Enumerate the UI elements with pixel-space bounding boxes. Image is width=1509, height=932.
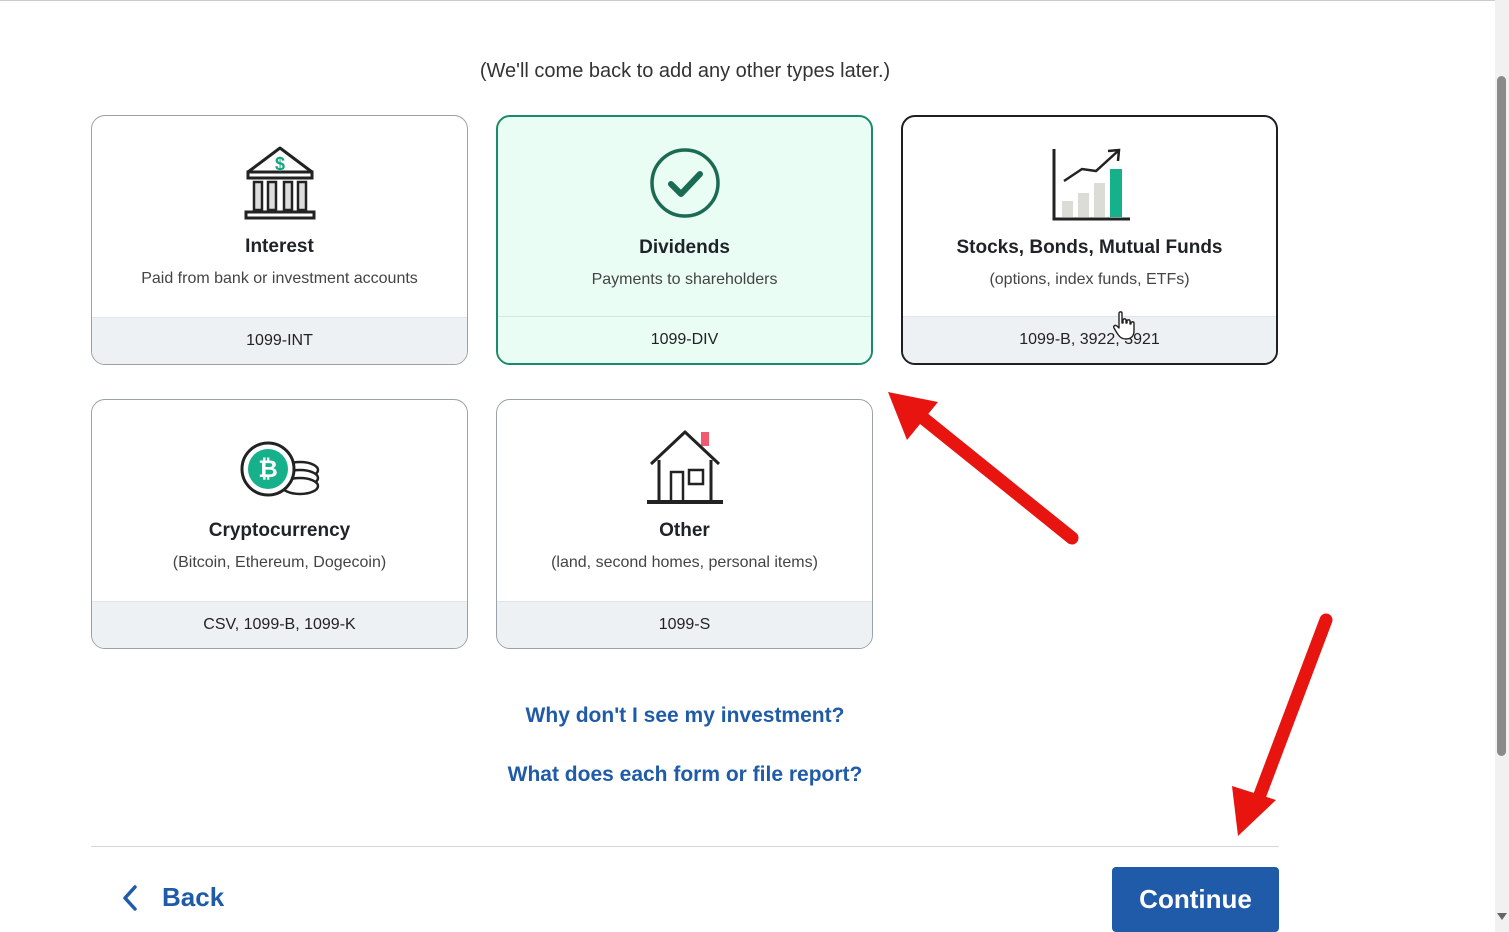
card-interest[interactable]: $ Interest Paid from bank or investment … [91, 115, 468, 365]
card-description: Paid from bank or investment accounts [141, 270, 418, 287]
card-dividends[interactable]: Dividends Payments to shareholders 1099-… [496, 115, 873, 365]
scrollbar[interactable] [1495, 0, 1509, 932]
card-title: Interest [245, 236, 314, 257]
back-label: Back [162, 882, 225, 912]
why-investment-link[interactable]: Why don't I see my investment? [0, 704, 1370, 728]
card-description: (options, index funds, ETFs) [989, 271, 1190, 288]
continue-button[interactable]: Continue [1112, 867, 1279, 932]
card-title: Cryptocurrency [208, 520, 351, 541]
card-forms: CSV, 1099-B, 1099-K [92, 601, 467, 648]
card-title: Stocks, Bonds, Mutual Funds [956, 237, 1223, 258]
footer-divider [91, 846, 1279, 847]
top-divider [0, 0, 1495, 1]
bank-icon: $ [244, 146, 315, 220]
card-title: Dividends [639, 237, 730, 258]
form-report-link[interactable]: What does each form or file report? [0, 763, 1370, 787]
annotation-arrow-continue [1232, 613, 1333, 836]
scrollbar-thumb[interactable] [1497, 76, 1506, 756]
card-description: (land, second homes, personal items) [551, 554, 818, 571]
svg-text:₿: ₿ [258, 456, 278, 483]
card-forms: 1099-INT [92, 317, 467, 364]
card-description: (Bitcoin, Ethereum, Dogecoin) [172, 554, 387, 571]
annotation-arrow-dividends [888, 392, 1079, 545]
card-forms: 1099-S [497, 601, 872, 648]
house-icon [646, 430, 723, 504]
card-other[interactable]: Other (land, second homes, personal item… [496, 399, 873, 649]
card-forms: 1099-B, 3922, 3921 [903, 316, 1276, 363]
bitcoin-coins-icon: ₿ [240, 441, 319, 497]
card-description: Payments to shareholders [591, 271, 778, 288]
scroll-down-arrow-icon[interactable] [1497, 913, 1507, 920]
checkmark-circle-icon [649, 148, 720, 218]
card-stocks-bonds-mutual-funds[interactable]: Stocks, Bonds, Mutual Funds (options, in… [901, 115, 1278, 365]
card-cryptocurrency[interactable]: ₿ Cryptocurrency (Bitcoin, Ethereum, Dog… [91, 399, 468, 649]
card-forms: 1099-DIV [498, 316, 871, 363]
page-subtitle: (We'll come back to add any other types … [479, 60, 891, 82]
growth-chart-icon [1052, 148, 1130, 221]
card-title: Other [659, 520, 710, 541]
svg-text:$: $ [274, 154, 284, 174]
chevron-left-icon [123, 884, 137, 911]
back-button[interactable]: Back [120, 882, 224, 913]
